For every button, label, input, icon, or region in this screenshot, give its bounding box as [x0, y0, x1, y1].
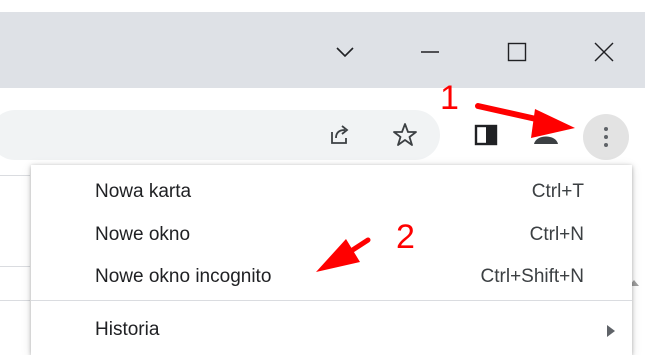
- annotation-arrows: [316, 103, 575, 272]
- annotation-step-2: 2: [396, 218, 415, 256]
- annotation-step-1: 1: [440, 79, 459, 117]
